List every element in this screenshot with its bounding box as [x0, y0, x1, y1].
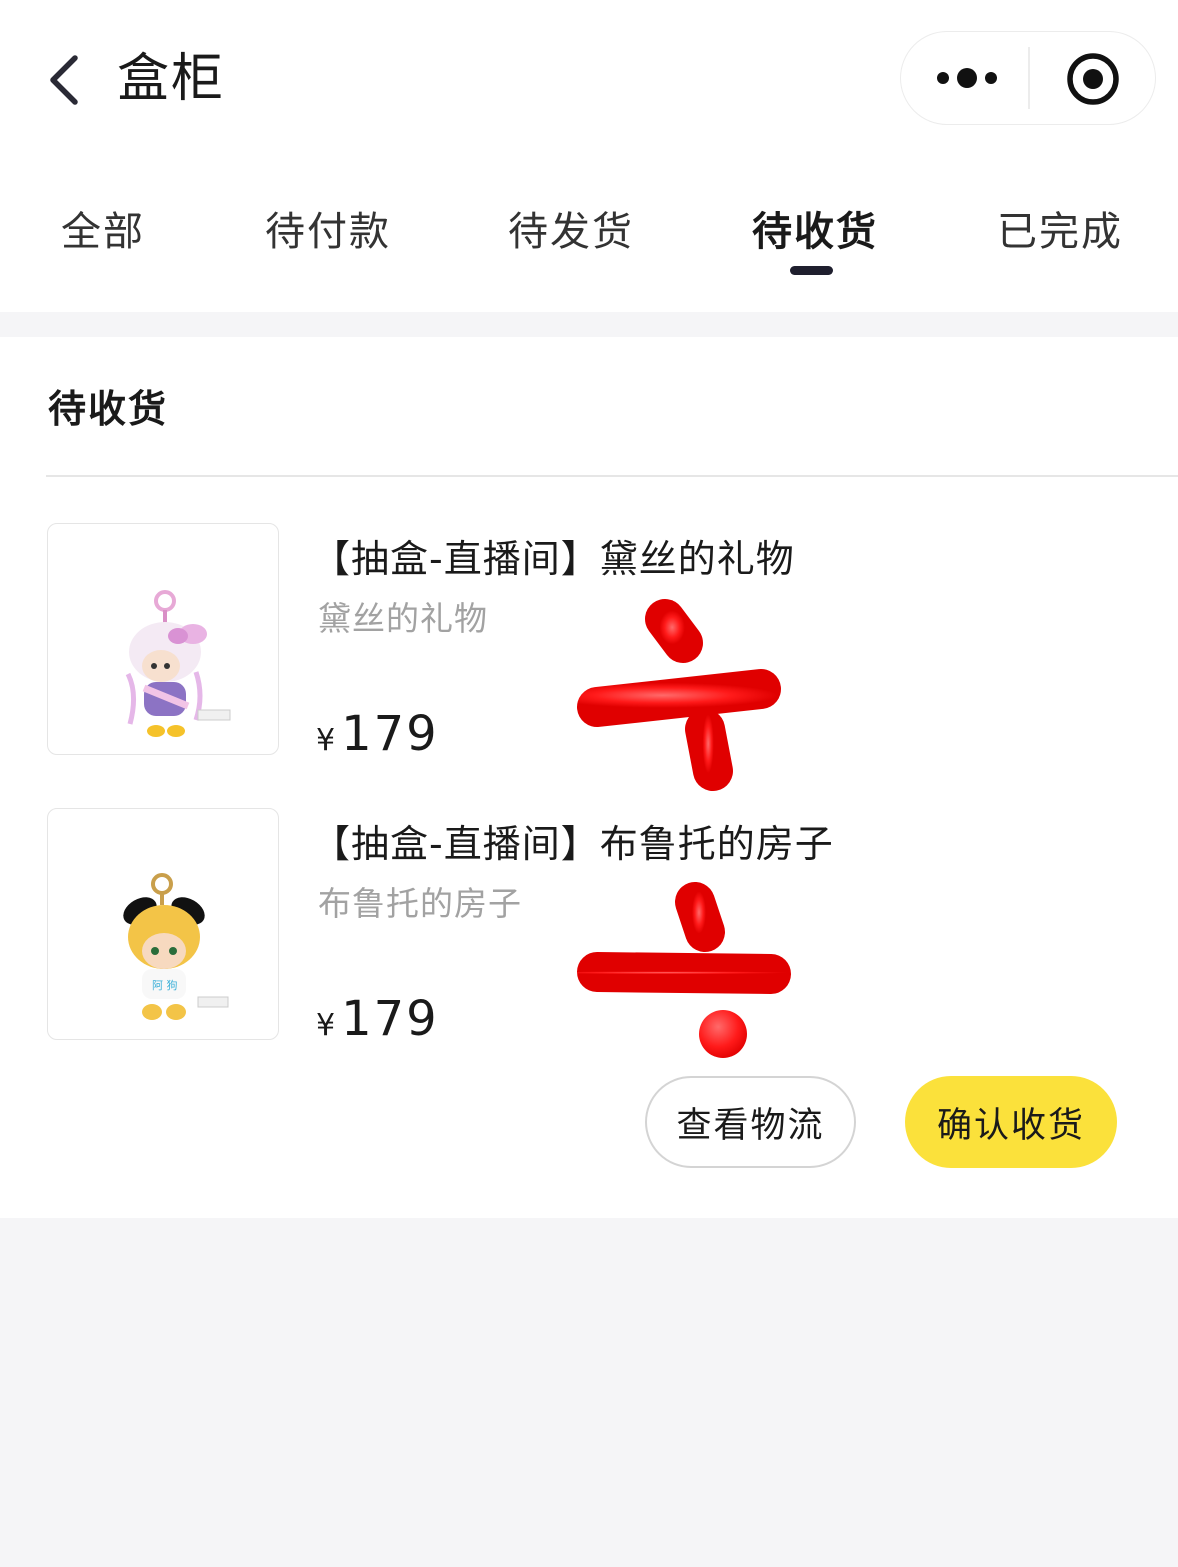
order-item[interactable]: 【抽盒-直播间】黛丝的礼物 黛丝的礼物 ¥179 [0, 523, 1178, 762]
more-button[interactable] [929, 54, 1005, 102]
more-dots-icon [937, 68, 997, 88]
tab-pending-payment[interactable]: 待付款 [265, 204, 391, 260]
tab-all[interactable]: 全部 [61, 204, 145, 260]
active-tab-indicator [790, 266, 833, 275]
tab-pending-shipment[interactable]: 待发货 [508, 204, 634, 260]
product-price: ¥179 [316, 990, 439, 1048]
doll-keychain-bunny-image: 阿 狗 [123, 873, 229, 1020]
view-logistics-button[interactable]: 查看物流 [645, 1076, 856, 1168]
order-status-tabs: 全部 待付款 待发货 待收货 已完成 [0, 190, 1178, 280]
product-name: 【抽盒-直播间】布鲁托的房子 [312, 822, 834, 866]
product-image [47, 523, 279, 755]
mini-program-capsule [900, 31, 1156, 125]
product-name: 【抽盒-直播间】黛丝的礼物 [312, 537, 795, 581]
close-button[interactable] [1063, 49, 1123, 109]
section-divider [46, 475, 1178, 477]
doll-keychain-pink-image [125, 590, 231, 737]
order-item[interactable]: 阿 狗 【抽盒-直播间】布鲁托的房子 布鲁托的房子 ¥179 [0, 808, 1178, 1047]
order-card[interactable]: 待收货 【抽盒-直播间】黛丝的礼物 黛丝的礼物 ¥ 179 阿 狗 【抽盒-直播… [0, 337, 1178, 1218]
price-amount: 179 [341, 706, 439, 762]
product-price: ¥179 [316, 705, 439, 763]
price-amount: 179 [341, 991, 439, 1047]
product-variant: 黛丝的礼物 [318, 599, 488, 638]
tab-completed[interactable]: 已完成 [997, 204, 1123, 260]
tab-pending-receipt[interactable]: 待收货 [752, 204, 878, 260]
capsule-divider [1028, 47, 1030, 109]
confirm-receipt-button[interactable]: 确认收货 [905, 1076, 1117, 1168]
top-bar: 盒柜 全部 待付款 待发货 待收货 已完成 [0, 0, 1178, 312]
order-status-title: 待收货 [48, 387, 169, 431]
product-image: 阿 狗 [47, 808, 279, 1040]
target-circle-icon [1067, 53, 1119, 105]
product-variant: 布鲁托的房子 [318, 884, 522, 923]
svg-text:阿 狗: 阿 狗 [152, 979, 178, 992]
chevron-left-icon [50, 55, 78, 105]
back-button[interactable] [40, 50, 90, 110]
currency-symbol: ¥ [316, 723, 336, 758]
page-title: 盒柜 [117, 49, 226, 109]
currency-symbol: ¥ [316, 1008, 336, 1043]
